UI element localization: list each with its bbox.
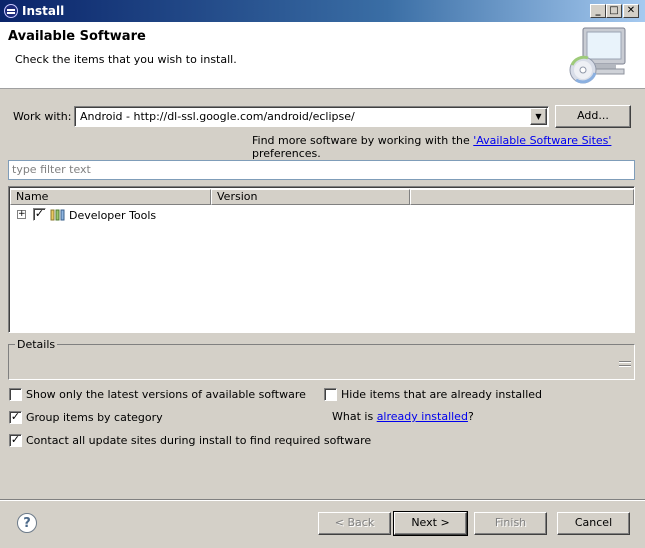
wizard-header: Available Software Check the items that …	[0, 22, 645, 89]
feature-group-icon	[50, 209, 65, 221]
contact-sites-checkbox[interactable]: ✓	[9, 434, 22, 447]
group-by-category-label: Group items by category	[26, 411, 163, 424]
show-latest-checkbox[interactable]	[9, 388, 22, 401]
work-with-label: Work with:	[13, 110, 72, 123]
eclipse-app-icon	[4, 4, 18, 18]
column-header-version[interactable]: Version	[211, 189, 410, 205]
filter-input[interactable]: type filter text	[8, 160, 635, 180]
sash-grip-icon[interactable]	[617, 359, 633, 371]
chevron-down-icon[interactable]: ▼	[530, 108, 547, 125]
what-is-installed-text: What is already installed?	[332, 410, 474, 423]
add-site-button[interactable]: Add...	[555, 105, 631, 128]
developer-tools-label: Developer Tools	[69, 209, 157, 222]
footer-separator	[0, 499, 645, 501]
page-subtitle: Check the items that you wish to install…	[15, 53, 237, 66]
details-group: Details	[8, 338, 635, 380]
column-header-name[interactable]: Name	[10, 189, 211, 205]
hint-prefix: Find more software by working with the	[252, 134, 474, 147]
column-header-empty[interactable]	[410, 189, 634, 205]
tree-row[interactable]: + ✓ Developer Tools	[10, 207, 633, 223]
contact-sites-label: Contact all update sites during install …	[26, 434, 372, 447]
already-installed-link[interactable]: already installed	[377, 410, 468, 423]
help-icon[interactable]: ?	[17, 513, 37, 533]
developer-tools-checkbox[interactable]: ✓	[33, 208, 46, 221]
group-by-category-checkbox[interactable]: ✓	[9, 411, 22, 424]
hint-suffix: preferences.	[252, 147, 321, 160]
cancel-button[interactable]: Cancel	[557, 512, 630, 535]
available-software-sites-link[interactable]: 'Available Software Sites'	[473, 134, 611, 147]
work-with-value: Android - http://dl-ssl.google.com/andro…	[80, 110, 355, 123]
maximize-icon[interactable]: □	[606, 4, 622, 18]
install-wizard-icon	[569, 27, 626, 84]
expand-icon[interactable]: +	[17, 210, 26, 219]
show-latest-label: Show only the latest versions of availab…	[26, 388, 306, 401]
what-is-suffix: ?	[467, 410, 474, 423]
next-button[interactable]: Next >	[393, 511, 468, 536]
window-title: Install	[22, 4, 65, 18]
hide-installed-label: Hide items that are already installed	[341, 388, 543, 401]
software-tree[interactable]: Name Version + ✓ Developer Tools	[8, 186, 635, 333]
finish-button[interactable]: Finish	[474, 512, 547, 535]
page-title: Available Software	[8, 29, 146, 44]
work-with-combo[interactable]: Android - http://dl-ssl.google.com/andro…	[74, 106, 549, 127]
details-label: Details	[15, 338, 58, 351]
back-button[interactable]: < Back	[318, 512, 391, 535]
hide-installed-checkbox[interactable]	[324, 388, 337, 401]
software-sites-hint: Find more software by working with the '…	[252, 134, 645, 160]
close-icon[interactable]: ✕	[623, 4, 639, 18]
minimize-icon[interactable]: _	[590, 4, 606, 18]
what-is-prefix: What is	[332, 410, 377, 423]
title-bar[interactable]: Install _ □ ✕	[0, 0, 645, 22]
